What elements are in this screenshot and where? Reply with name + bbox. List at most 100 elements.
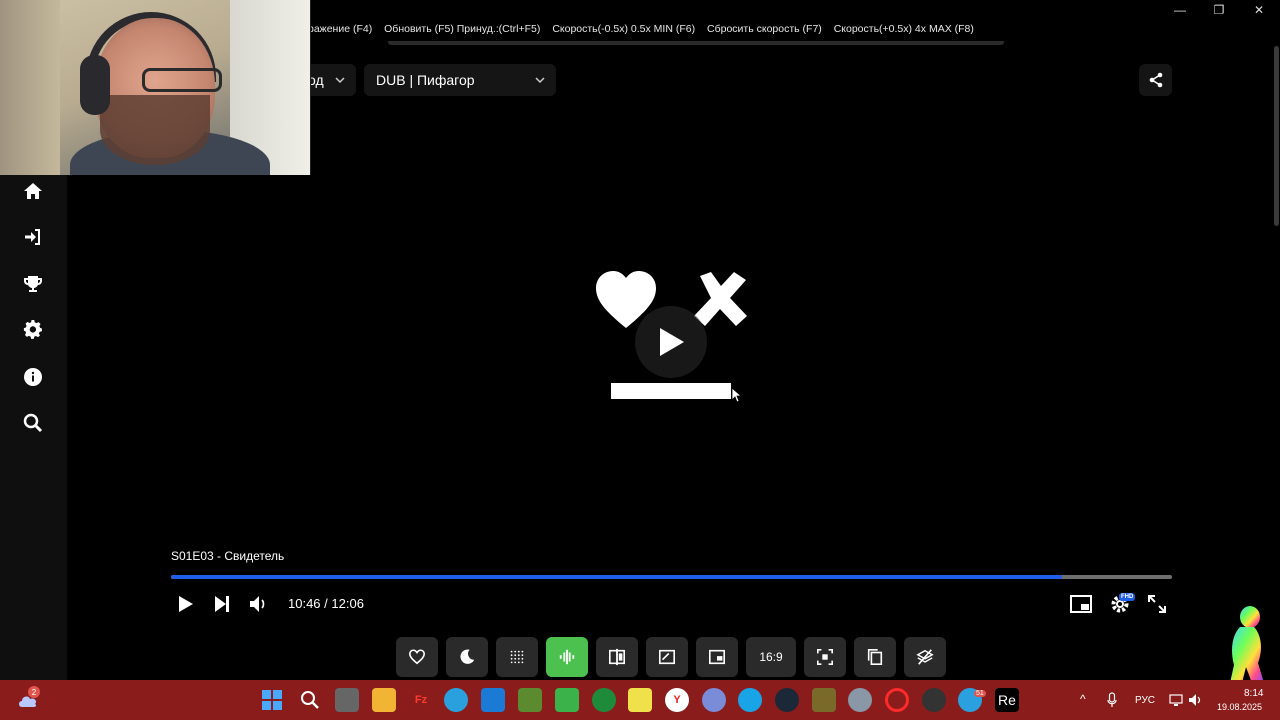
copy-icon <box>867 648 883 666</box>
crop-button[interactable] <box>646 637 688 677</box>
skip-next-icon <box>215 596 229 612</box>
play-button[interactable] <box>172 590 200 618</box>
file-explorer-icon[interactable] <box>372 688 396 712</box>
steam-icon[interactable] <box>775 688 799 712</box>
windows-icon <box>262 690 282 710</box>
tray-overflow-icon[interactable]: ^ <box>1080 692 1086 706</box>
share-icon <box>1149 72 1162 88</box>
mirror-button[interactable] <box>596 637 638 677</box>
minimize-button[interactable]: — <box>1160 0 1200 20</box>
screenshot-button[interactable] <box>804 637 846 677</box>
layers-off-icon <box>916 649 934 665</box>
chevron-down-icon <box>535 77 545 84</box>
sidebar-item-home[interactable] <box>18 176 48 206</box>
taskbar-search[interactable] <box>298 688 322 712</box>
search-icon <box>23 413 43 433</box>
trophy-icon <box>24 276 42 292</box>
hotkey-speed-down[interactable]: Скорость(-0.5x) 0.5x MIN (F6) <box>552 23 695 35</box>
telegram-badge: 51 <box>974 690 986 697</box>
speaker-icon[interactable] <box>1188 693 1202 707</box>
next-episode-button[interactable] <box>208 590 236 618</box>
progress-bar[interactable] <box>171 575 1172 579</box>
restore-button[interactable]: ❐ <box>1199 0 1239 20</box>
telegram-icon[interactable] <box>444 688 468 712</box>
address-bar-edge <box>388 41 1004 45</box>
app-window-icon[interactable] <box>481 688 505 712</box>
filezilla-icon[interactable]: Fz <box>409 688 433 712</box>
task-view-icon[interactable] <box>335 688 359 712</box>
xbox-icon[interactable] <box>592 688 616 712</box>
clock-time[interactable]: 8:14 <box>1244 688 1263 699</box>
weather-badge: 2 <box>28 686 40 698</box>
duration: 12:06 <box>331 596 364 611</box>
hotkey-speed-up[interactable]: Скорость(+0.5x) 4x MAX (F8) <box>834 23 974 35</box>
audio-enhance-button[interactable] <box>546 637 588 677</box>
expand-icon <box>1148 595 1166 613</box>
sidebar-item-login[interactable] <box>18 222 48 252</box>
microphone-icon[interactable] <box>1107 692 1117 708</box>
settings-app-icon[interactable] <box>848 688 872 712</box>
obs-icon[interactable] <box>702 688 726 712</box>
dark-mode-button[interactable] <box>446 637 488 677</box>
fullscreen-button[interactable] <box>1143 590 1171 618</box>
heart-outline-icon <box>408 649 426 665</box>
search-icon <box>301 691 319 709</box>
creeper-icon[interactable] <box>555 688 579 712</box>
page-scrollbar[interactable] <box>1274 46 1279 226</box>
aspect-ratio-button[interactable]: 16:9 <box>746 637 796 677</box>
play-icon <box>660 328 684 356</box>
grid-filter-button[interactable] <box>496 637 538 677</box>
chevron-down-icon <box>335 77 345 84</box>
language-indicator[interactable]: РУС <box>1135 695 1155 706</box>
ghost-app-icon[interactable] <box>922 688 946 712</box>
mirror-icon <box>608 648 626 666</box>
dub-select-value: DUB | Пифагор <box>376 72 475 88</box>
start-button[interactable] <box>260 688 284 712</box>
home-icon <box>24 183 42 199</box>
quality-badge: FHD <box>1119 593 1136 601</box>
sidebar-item-search[interactable] <box>18 408 48 438</box>
mini-player-button[interactable] <box>696 637 738 677</box>
dots-grid-icon <box>510 650 524 664</box>
center-play-button[interactable] <box>635 306 707 378</box>
hotkey-refresh[interactable]: Обновить (F5) Принуд.:(Ctrl+F5) <box>384 23 540 35</box>
progress-fill <box>171 575 1062 579</box>
game-launcher-icon[interactable] <box>812 688 836 712</box>
opera-icon[interactable] <box>885 688 909 712</box>
current-time: 10:46 <box>288 596 321 611</box>
hotkey-speed-reset[interactable]: Сбросить скорость (F7) <box>707 23 822 35</box>
time-separator: / <box>324 596 328 611</box>
favorite-button[interactable] <box>396 637 438 677</box>
yandex-browser-icon[interactable]: Y <box>665 688 689 712</box>
audio-wave-icon <box>559 649 575 665</box>
crop-frame-icon <box>658 649 676 665</box>
copy-button[interactable] <box>854 637 896 677</box>
network-icon[interactable] <box>1169 693 1183 707</box>
episode-title: S01E03 - Свидетель <box>171 549 285 563</box>
play-icon <box>179 596 193 612</box>
minecraft-icon[interactable] <box>518 688 542 712</box>
sidebar-item-settings[interactable] <box>18 315 48 345</box>
moon-icon <box>460 649 475 664</box>
re-app-icon[interactable]: Re <box>995 688 1019 712</box>
share-button[interactable] <box>1139 64 1172 96</box>
picture-in-picture-button[interactable] <box>1067 590 1095 618</box>
edge-icon[interactable] <box>738 688 762 712</box>
focus-frame-icon <box>816 648 834 666</box>
volume-icon <box>250 596 265 612</box>
time-display: 10:46 / 12:06 <box>288 596 364 611</box>
hotkey-strip: ражение (F4) Обновить (F5) Принуд.:(Ctrl… <box>308 23 983 35</box>
sticky-notes-icon[interactable] <box>628 688 652 712</box>
volume-button[interactable] <box>245 590 273 618</box>
sidebar-item-trophy[interactable] <box>18 269 48 299</box>
clock-date[interactable]: 19.08.2025 <box>1217 702 1262 712</box>
mascot-sticker <box>1230 606 1264 683</box>
hotkey-fullscreen[interactable]: ражение (F4) <box>308 23 372 35</box>
info-icon <box>24 368 42 386</box>
dub-select[interactable]: DUB | Пифагор <box>364 64 556 96</box>
sign-in-icon <box>25 229 40 245</box>
sidebar-item-info[interactable] <box>18 362 48 392</box>
mouse-cursor-icon <box>731 387 743 403</box>
layers-off-button[interactable] <box>904 637 946 677</box>
close-button[interactable]: ✕ <box>1239 0 1279 20</box>
